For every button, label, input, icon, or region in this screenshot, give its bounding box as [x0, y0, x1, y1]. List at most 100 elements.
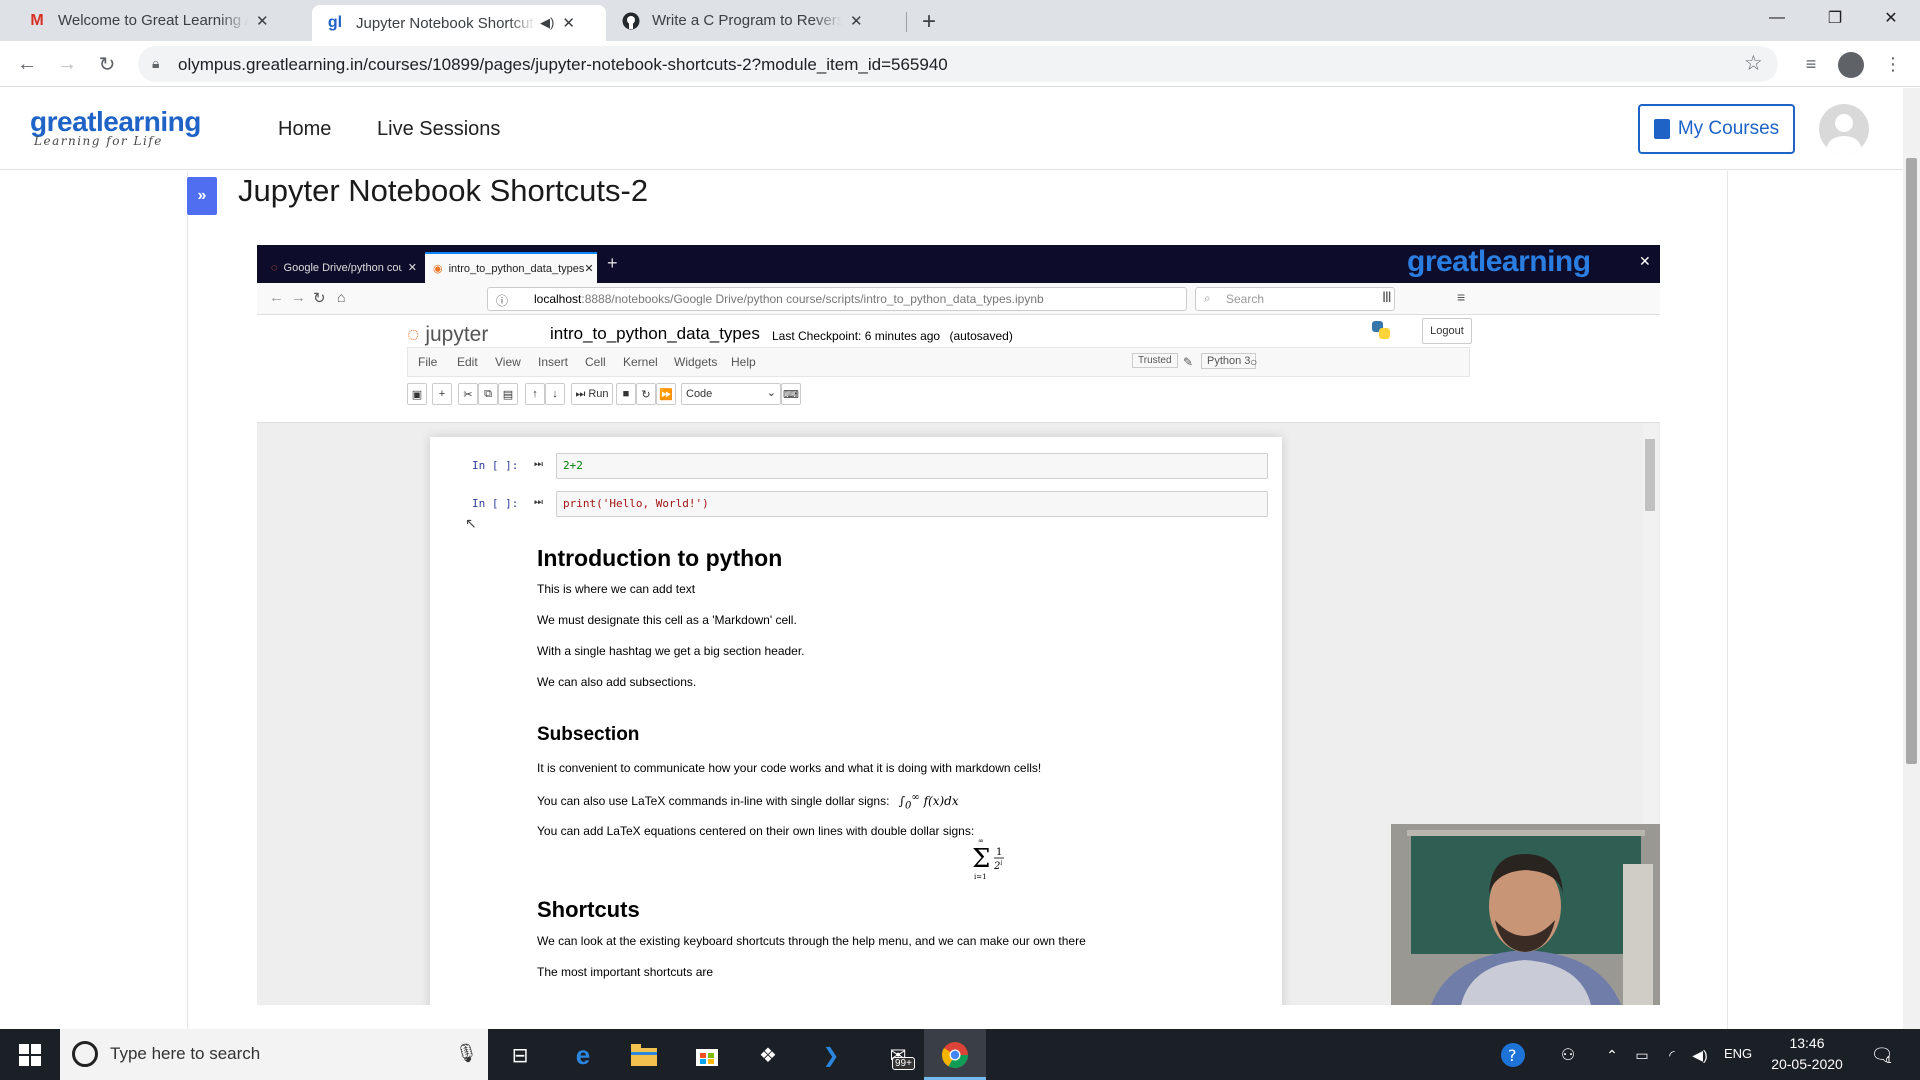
new-tab-icon[interactable]: +	[922, 8, 936, 36]
task-view-icon[interactable]: ⊟	[504, 1039, 536, 1071]
menu-edit: Edit	[457, 355, 478, 369]
restart-icon: ↻	[636, 383, 656, 405]
close-icon[interactable]: ✕	[850, 12, 863, 30]
window-close-icon[interactable]: ✕	[1862, 0, 1920, 36]
page-scrollbar[interactable]	[1903, 88, 1920, 1029]
people-icon[interactable]: ⚇	[1552, 1039, 1584, 1071]
vscode-icon[interactable]: ❯	[815, 1039, 847, 1071]
windows-start-icon[interactable]	[14, 1039, 46, 1071]
tab-title: Jupyter Notebook Shortcuts-	[356, 14, 536, 32]
close-icon[interactable]: ✕	[256, 12, 269, 30]
help-icon[interactable]: ?	[1497, 1039, 1529, 1071]
video-tab-notebook: ◉ intro_to_python_data_types ✕	[425, 252, 597, 283]
notification-center-icon[interactable]: 🗨︎ 1	[1866, 1039, 1898, 1071]
cell-prompt: In [ ]:	[472, 459, 519, 472]
video-player[interactable]: ◌ Google Drive/python course/s ✕ ◉ intro…	[257, 245, 1660, 1005]
show-hidden-icons-icon[interactable]: ⌃	[1596, 1039, 1628, 1071]
jupyter-logo: ◌ jupyter	[407, 323, 488, 347]
bookmark-star-icon[interactable]: ☆	[1744, 51, 1763, 76]
file-explorer-icon[interactable]	[628, 1039, 660, 1071]
tab-github[interactable]: Write a C Program to Reverse a L ✕	[608, 0, 908, 41]
new-tab-icon: +	[607, 253, 618, 273]
tab-gmail[interactable]: M Welcome to Great Learning Acad ✕	[14, 0, 314, 41]
video-browser-tabs: ◌ Google Drive/python course/s ✕ ◉ intro…	[257, 245, 1660, 283]
minimize-icon[interactable]: —	[1748, 0, 1806, 36]
chrome-taskbar-item[interactable]	[924, 1029, 986, 1080]
stop-icon: ■	[616, 383, 636, 405]
url-text[interactable]: olympus.greatlearning.in/courses/10899/p…	[178, 55, 948, 75]
save-icon: ▣	[407, 383, 427, 405]
clock-date[interactable]: 20-05-2020	[1768, 1056, 1846, 1072]
md-text: We can look at the existing keyboard sho…	[537, 934, 1086, 948]
cell-type-select: Code ⌄	[681, 383, 781, 405]
jupyter-favicon-icon: ◉	[433, 263, 443, 275]
more-menu-icon[interactable]: ⋮	[1878, 49, 1908, 79]
cell-code: 2+2	[563, 459, 583, 472]
github-icon	[622, 12, 640, 30]
restart-run-all-icon: ⏩	[656, 383, 676, 405]
edge-icon[interactable]: e	[567, 1039, 599, 1071]
notebook-scroll-thumb	[1645, 439, 1655, 511]
page-scroll-thumb[interactable]	[1906, 158, 1917, 764]
reload-icon: ↻	[313, 290, 326, 307]
back-icon[interactable]: ←	[12, 49, 42, 79]
media-control-icon[interactable]: ≡	[1796, 49, 1826, 79]
info-icon: ⓘ	[496, 294, 509, 308]
jupyter-toolbar: ▣ + ✂ ⧉ ▤ ↑ ↓ ⏭ Run ■ ↻ ⏩ Code ⌄ ⌨	[407, 381, 857, 407]
microphone-icon[interactable]: 🎙︎	[455, 1043, 478, 1064]
video-url-host: localhost	[534, 292, 582, 306]
nav-home[interactable]: Home	[278, 118, 331, 141]
browser-tabstrip: M Welcome to Great Learning Acad ✕ gl Ju…	[0, 0, 1920, 41]
speaker-icon[interactable]: ◀)	[540, 15, 554, 31]
checkpoint-status: Last Checkpoint: 6 minutes ago (autosave…	[772, 329, 1013, 343]
tab-separator	[906, 12, 907, 32]
video-browser-navbar: ← → ↻ ⌂ ⓘ localhost:8888/notebooks/Googl…	[257, 283, 1660, 315]
cortana-icon	[72, 1041, 98, 1067]
store-icon[interactable]	[691, 1039, 723, 1071]
volume-icon[interactable]: ◀)	[1684, 1039, 1716, 1071]
language-indicator[interactable]: ENG	[1724, 1046, 1752, 1061]
md-text: We can also add subsections.	[537, 675, 697, 689]
md-heading-shortcuts: Shortcuts	[537, 897, 640, 922]
run-cell-icon: ⏭	[534, 497, 543, 508]
video-url-path: :8888/notebooks/Google Drive/python cour…	[581, 292, 1044, 306]
search-icon: ⌕	[1204, 291, 1211, 305]
cell-input: 2+2	[556, 453, 1268, 479]
cell-code: print('Hello, World!')	[563, 497, 709, 510]
close-icon: ✕	[584, 263, 594, 275]
clock-time[interactable]: 13:46	[1768, 1035, 1846, 1051]
close-icon[interactable]: ✕	[562, 14, 575, 32]
cut-icon: ✂	[458, 383, 478, 405]
python-logo-icon	[1370, 319, 1392, 341]
mouse-cursor-icon: ↖	[465, 515, 477, 531]
lock-icon[interactable]: 🔒︎	[152, 55, 159, 72]
expand-sidebar-button[interactable]: »	[187, 177, 217, 215]
svg-text:1: 1	[996, 847, 1002, 858]
paste-icon: ▤	[498, 383, 518, 405]
reload-icon[interactable]: ↻	[92, 49, 122, 79]
omnibox[interactable]: 🔒︎ olympus.greatlearning.in/courses/1089…	[138, 46, 1778, 82]
svg-text:i=1: i=1	[974, 873, 987, 881]
forward-icon[interactable]: →	[52, 49, 82, 79]
dropbox-icon[interactable]: ❖	[752, 1039, 784, 1071]
my-courses-button[interactable]: My Courses	[1638, 104, 1795, 154]
jupyter-logo-icon: ◌	[407, 323, 420, 346]
user-avatar[interactable]	[1819, 104, 1869, 154]
taskbar-search[interactable]: Type here to search 🎙︎	[60, 1029, 488, 1080]
video-tab-drive: ◌ Google Drive/python course/s ✕	[263, 252, 425, 283]
md-text: You can also use LaTeX commands in-line …	[537, 792, 959, 811]
mail-icon[interactable]: ✉ 99+	[876, 1039, 920, 1071]
book-icon	[1653, 119, 1670, 139]
keyboard-icon: ⌨	[781, 383, 801, 405]
taskbar-search-placeholder: Type here to search	[110, 1044, 261, 1063]
nav-live-sessions[interactable]: Live Sessions	[377, 118, 500, 141]
jupyter-header: ◌ jupyter intro_to_python_data_types Las…	[257, 315, 1660, 423]
greatlearning-logo[interactable]: greatlearning Learning for Life	[30, 106, 201, 148]
profile-avatar[interactable]	[1838, 52, 1864, 78]
tab-jupyter-shortcuts[interactable]: gl Jupyter Notebook Shortcuts- ◀) ✕	[312, 5, 606, 41]
restore-icon[interactable]: ❐	[1806, 0, 1864, 36]
notebook-page: In [ ]: ⏭ 2+2 In [ ]: ⏭ print('Hello, Wo…	[430, 437, 1282, 1005]
battery-icon[interactable]: ▭	[1626, 1039, 1658, 1071]
library-icon: Ⅲ	[1382, 289, 1392, 305]
menu-help: Help	[731, 355, 756, 369]
